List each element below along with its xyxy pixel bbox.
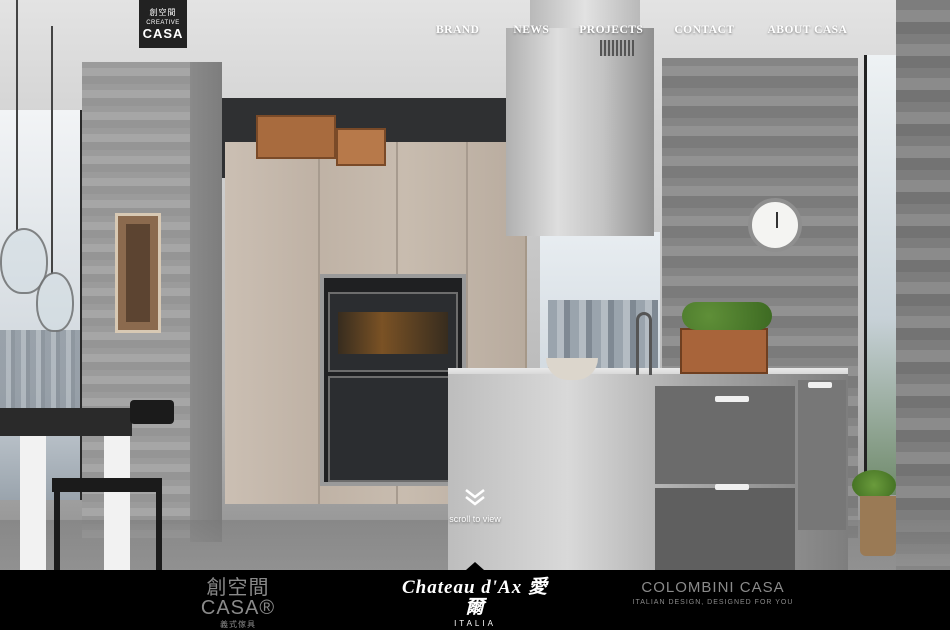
table-leg <box>20 436 46 570</box>
wine-cooler <box>328 376 458 482</box>
hero-kitchen-image <box>0 0 950 570</box>
brand-casa-name: 創空間 CASA® <box>200 577 276 619</box>
brand-casa-sub: 義式傢具 <box>220 620 256 629</box>
brand-colombini-casa[interactable]: COLOMBINI CASA ITALIAN DESIGN, DESIGNED … <box>628 578 798 606</box>
herbs <box>682 302 772 330</box>
pendant-cord <box>51 26 53 274</box>
herb-planter-box <box>680 328 768 374</box>
range-hood <box>506 28 654 236</box>
nav-about-casa[interactable]: ABOUT CASA <box>768 24 848 36</box>
island-drawer-lower <box>655 484 795 570</box>
nav-brand[interactable]: BRAND <box>436 24 479 36</box>
main-nav: BRAND NEWS PROJECTS CONTACT ABOUT CASA <box>436 24 847 36</box>
chair-leg <box>54 490 60 570</box>
logo-chinese: 創空間 <box>149 7 177 17</box>
site-logo[interactable]: 創空間 CREATIVE CASA <box>139 0 187 48</box>
wall-clock-icon <box>748 198 802 252</box>
oven-upper <box>328 292 458 372</box>
wooden-crate <box>256 115 336 159</box>
nav-contact[interactable]: CONTACT <box>674 24 734 36</box>
brand-chateau-name: Chateau d'Ax 愛爾 <box>402 577 548 618</box>
ceiling-vent <box>600 40 634 56</box>
pendant-cord <box>16 0 18 230</box>
scroll-label: scroll to view <box>449 514 501 524</box>
pendant-lamp-icon <box>36 272 74 332</box>
built-in-ovens <box>320 274 466 486</box>
scroll-hint[interactable]: scroll to view <box>440 488 510 524</box>
logo-casa: CASA <box>142 25 184 41</box>
left-pillar-side <box>190 62 222 542</box>
planter <box>860 496 896 556</box>
active-brand-pointer <box>466 562 484 570</box>
brand-chateau-dax[interactable]: Chateau d'Ax 愛爾 ITALIA <box>400 577 550 629</box>
dining-table-top <box>0 408 132 436</box>
chair-back <box>130 400 174 424</box>
right-window <box>864 55 899 495</box>
nav-projects[interactable]: PROJECTS <box>579 24 643 36</box>
left-city-view <box>0 330 80 410</box>
island-drawer-upper <box>655 386 795 484</box>
right-concrete-pillar <box>896 0 950 570</box>
double-chevron-down-icon <box>465 489 485 506</box>
island-side-panel <box>798 380 846 530</box>
chair-seat <box>52 478 162 492</box>
nav-news[interactable]: NEWS <box>513 24 549 36</box>
wooden-crate <box>336 128 386 166</box>
brand-colombini-sub: ITALIAN DESIGN, DESIGNED FOR YOU <box>632 599 794 606</box>
table-leg <box>104 436 130 570</box>
wall-picture-frame <box>115 213 161 333</box>
faucet <box>636 312 652 375</box>
chair-leg <box>156 490 162 570</box>
brand-casa[interactable]: 創空間 CASA® 義式傢具 <box>168 578 308 630</box>
brand-colombini-name: COLOMBINI CASA <box>641 579 785 596</box>
